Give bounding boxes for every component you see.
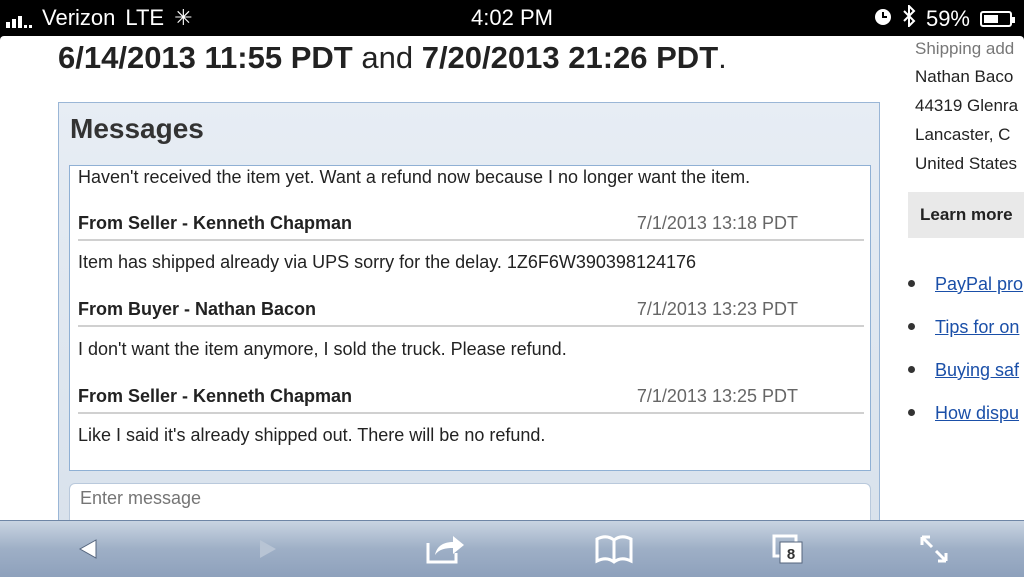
message-sender: From Seller - Kenneth Chapman xyxy=(78,213,353,233)
list-item: Tips for on xyxy=(908,317,1024,341)
list-item: PayPal pro xyxy=(908,274,1024,298)
alarm-icon xyxy=(874,6,892,32)
forward-icon xyxy=(260,540,276,558)
message-body: Item has shipped already via UPS sorry f… xyxy=(78,252,697,272)
date-end-punct: . xyxy=(718,40,727,75)
bookmarks-button[interactable] xyxy=(592,529,636,569)
message-list[interactable]: Haven't received the item yet. Want a re… xyxy=(69,165,871,471)
bullet-icon xyxy=(908,409,915,416)
status-time: 4:02 PM xyxy=(471,5,553,30)
battery-percent: 59% xyxy=(925,6,970,31)
help-link[interactable]: Tips for on xyxy=(935,317,1019,338)
bluetooth-icon xyxy=(902,3,916,33)
learn-more-heading: Learn more xyxy=(920,205,1013,224)
help-link[interactable]: How dispu xyxy=(935,403,1019,424)
message-timestamp: 7/1/2013 13:23 PDT xyxy=(636,299,798,319)
fullscreen-icon xyxy=(920,535,948,563)
message-timestamp: 7/1/2013 13:18 PDT xyxy=(636,213,798,233)
address-line: 44319 Glenra xyxy=(915,96,1019,115)
address-line: Lancaster, C xyxy=(915,125,1011,144)
message-header: From Seller - Kenneth Chapman 7/1/2013 1… xyxy=(78,386,864,414)
browser-toolbar: 8 xyxy=(0,520,1024,577)
battery-icon xyxy=(980,11,1015,27)
shipping-address-label: Shipping add xyxy=(915,39,1015,58)
message-sender: From Buyer - Nathan Bacon xyxy=(78,299,317,319)
bullet-icon xyxy=(908,366,915,373)
back-icon xyxy=(78,539,97,559)
date-end: 7/20/2013 21:26 PDT xyxy=(421,40,719,75)
share-button[interactable] xyxy=(424,529,468,569)
forward-button[interactable] xyxy=(246,529,290,569)
message-input[interactable] xyxy=(78,487,782,510)
tabs-count: 8 xyxy=(787,546,795,563)
compose-box[interactable] xyxy=(69,483,871,520)
bullet-icon xyxy=(908,323,915,330)
fullscreen-button[interactable] xyxy=(912,529,956,569)
help-link[interactable]: PayPal pro xyxy=(935,274,1023,295)
status-right: 59% xyxy=(874,3,1015,33)
battery-fill xyxy=(984,15,999,23)
back-button[interactable] xyxy=(66,529,110,569)
message-timestamp: 7/1/2013 13:25 PDT xyxy=(636,386,798,406)
status-bar: Verizon LTE ✳ 4:02 PM 59% xyxy=(0,0,1024,36)
bookmarks-icon xyxy=(595,535,633,564)
tabs-button[interactable]: 8 xyxy=(766,529,810,569)
learn-more-box: Learn more xyxy=(908,192,1024,238)
bullet-icon xyxy=(908,280,915,287)
address-line: Nathan Baco xyxy=(915,67,1014,86)
message-body: Haven't received the item yet. Want a re… xyxy=(78,167,751,187)
address-line: United States xyxy=(915,154,1018,173)
web-page: 6/14/2013 11:55 PDT and 7/20/2013 21:26 … xyxy=(0,36,1024,520)
list-item: How dispu xyxy=(908,403,1024,427)
date-start: 6/14/2013 11:55 PDT xyxy=(58,40,353,75)
message-header: From Seller - Kenneth Chapman 7/1/2013 1… xyxy=(78,213,864,241)
date-joiner: and xyxy=(361,40,414,75)
messages-panel: Messages Haven't received the item yet. … xyxy=(58,102,880,520)
tabs-icon: 8 xyxy=(772,534,803,564)
messages-title: Messages xyxy=(70,113,204,144)
share-icon xyxy=(426,536,464,564)
date-range-line: 6/14/2013 11:55 PDT and 7/20/2013 21:26 … xyxy=(58,40,727,76)
message-body: Like I said it's already shipped out. Th… xyxy=(78,425,546,445)
help-link[interactable]: Buying saf xyxy=(935,360,1019,381)
message-header: From Buyer - Nathan Bacon 7/1/2013 13:23… xyxy=(78,299,864,327)
message-body: I don't want the item anymore, I sold th… xyxy=(78,339,567,359)
message-sender: From Seller - Kenneth Chapman xyxy=(78,386,353,406)
list-item: Buying saf xyxy=(908,360,1024,384)
